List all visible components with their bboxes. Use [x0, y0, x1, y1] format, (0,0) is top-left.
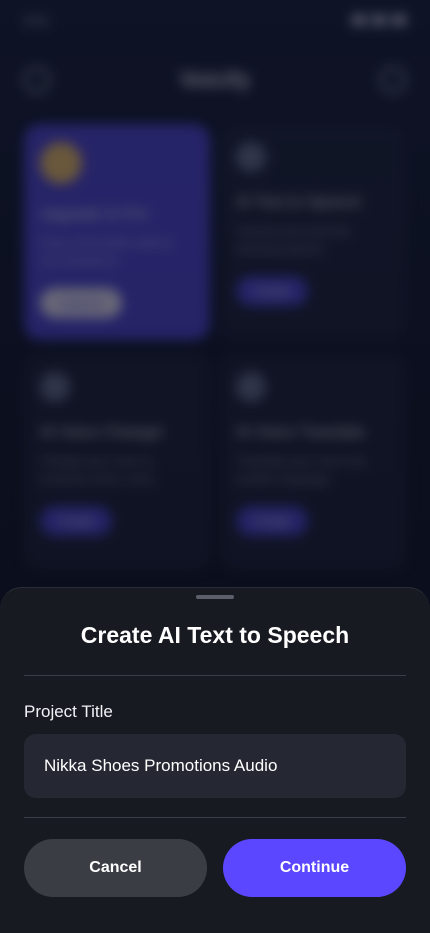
drag-handle[interactable] — [196, 595, 234, 599]
continue-button[interactable]: Continue — [223, 839, 406, 897]
project-title-input[interactable] — [24, 734, 406, 798]
divider — [24, 675, 406, 676]
action-buttons: Cancel Continue — [24, 839, 406, 897]
bottom-sheet: Create AI Text to Speech Project Title C… — [0, 587, 430, 933]
cancel-button[interactable]: Cancel — [24, 839, 207, 897]
sheet-title: Create AI Text to Speech — [80, 622, 350, 648]
divider — [24, 817, 406, 818]
project-title-label: Project Title — [24, 702, 113, 721]
